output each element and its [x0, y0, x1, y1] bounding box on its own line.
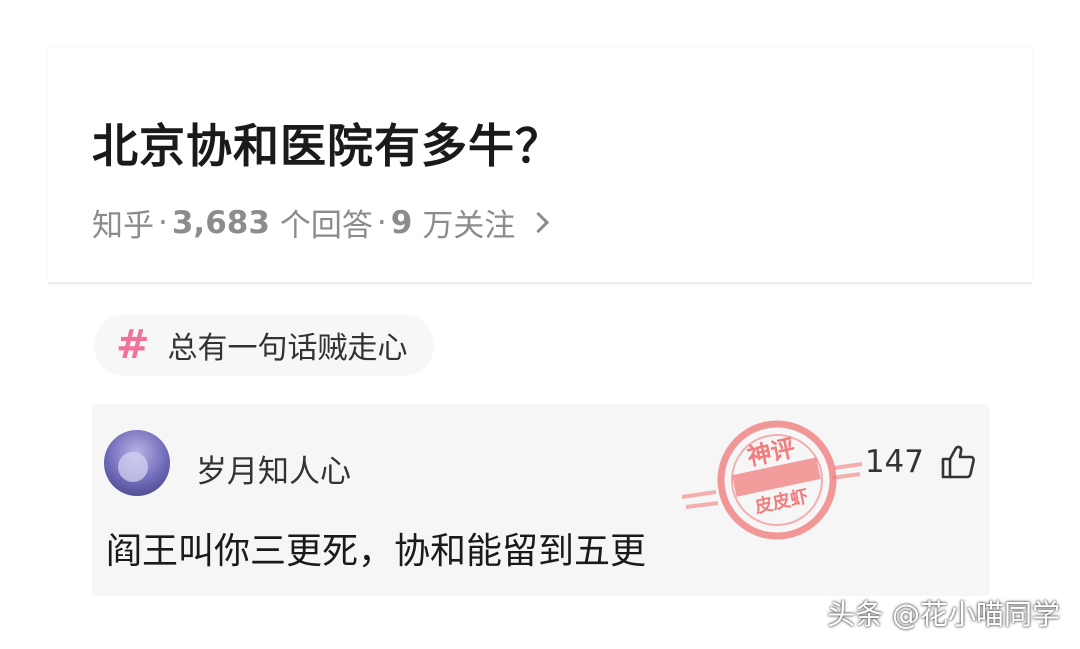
answers-count: 3,683 — [171, 204, 270, 241]
like-count: 147 — [864, 444, 924, 480]
question-meta[interactable]: 知乎 · 3,683 个回答 · 9 万关注 — [92, 200, 550, 245]
user-name[interactable]: 岁月知人心 — [196, 446, 351, 491]
source-label: 知乎 — [92, 208, 154, 244]
topic-tag[interactable]: # 总有一句话贼走心 — [94, 314, 434, 376]
question-title[interactable]: 北京协和医院有多牛？ — [92, 110, 562, 176]
answers-label: 个回答 — [279, 208, 373, 244]
comment-text: 阎王叫你三更死，协和能留到五更 — [106, 531, 647, 572]
followers-label: 万关注 — [422, 208, 516, 244]
followers-count: 9 — [390, 204, 413, 241]
topic-label: 总有一句话贼走心 — [167, 331, 408, 366]
chevron-right-icon[interactable] — [528, 211, 550, 234]
hash-icon: # — [116, 322, 150, 368]
god-comment-stamp: 神评 皮皮虾 — [682, 420, 862, 540]
like-button[interactable]: 147 — [865, 444, 976, 480]
meta-separator: · — [158, 204, 168, 241]
meta-separator: · — [376, 204, 387, 241]
thumbs-up-icon — [941, 445, 975, 479]
screenshot-page: 北京协和医院有多牛？ 知乎 · 3,683 个回答 · 9 万关注 # 总有一句… — [0, 0, 1080, 649]
question-card[interactable]: 北京协和医院有多牛？ 知乎 · 3,683 个回答 · 9 万关注 — [48, 48, 1032, 284]
avatar[interactable] — [104, 430, 170, 496]
watermark: 头条 @花小喵同学 — [827, 598, 1060, 631]
